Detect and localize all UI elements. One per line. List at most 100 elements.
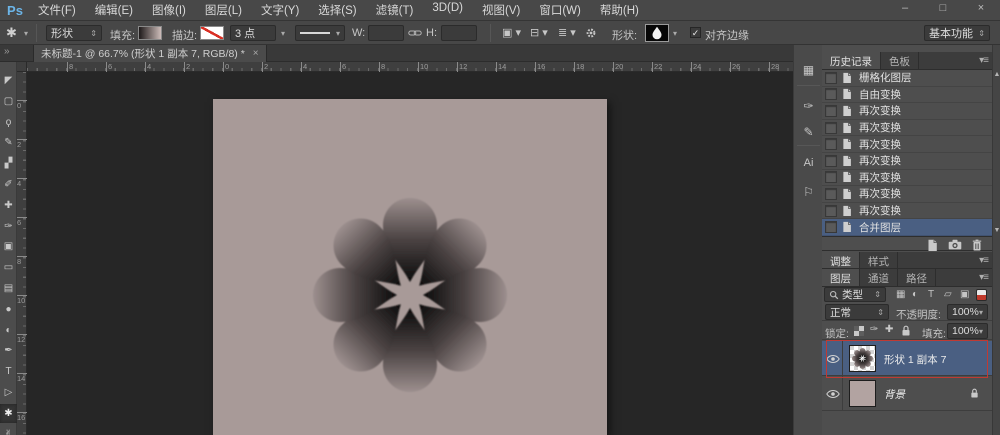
stroke-width-arrow-icon[interactable]: ▾ bbox=[281, 29, 285, 38]
opacity-dropdown[interactable]: 100%▾ bbox=[947, 304, 988, 320]
new-document-from-state-icon[interactable] bbox=[927, 239, 938, 252]
character-panel-icon[interactable]: Ai bbox=[794, 157, 823, 169]
history-entry-6[interactable]: 再次变换 bbox=[822, 170, 992, 187]
horizontal-ruler[interactable]: 86420246810121416182022242628 bbox=[27, 62, 793, 72]
move-tool[interactable]: ◤ bbox=[0, 71, 17, 90]
history-source-well[interactable] bbox=[825, 155, 837, 167]
tab-channels[interactable]: 通道 bbox=[860, 269, 898, 286]
history-source-well[interactable] bbox=[825, 188, 837, 200]
layer-filter-toggle[interactable] bbox=[976, 289, 987, 301]
menu-item-4[interactable]: 文字(Y) bbox=[261, 2, 299, 18]
history-source-well[interactable] bbox=[825, 88, 837, 100]
lock-transparency-icon[interactable] bbox=[854, 326, 864, 339]
visibility-column[interactable] bbox=[822, 341, 843, 376]
paragraph-panel-icon[interactable]: ⚐ bbox=[794, 185, 823, 199]
panel-menu-icon[interactable]: ▾≡ bbox=[979, 255, 988, 266]
brush-panel-icon[interactable]: ✑ bbox=[794, 99, 823, 113]
history-entry-9[interactable]: 合并图层 bbox=[822, 219, 992, 236]
workspace-dropdown[interactable]: 基本功能⇕ bbox=[924, 25, 990, 41]
brush-tool[interactable]: ✑ bbox=[0, 217, 17, 236]
custom-shape-tool-icon[interactable]: ✱ bbox=[6, 25, 17, 41]
history-entry-5[interactable]: 再次变换 bbox=[822, 153, 992, 170]
height-input[interactable] bbox=[441, 25, 477, 41]
tool-preset-arrow-icon[interactable]: ▾ bbox=[24, 29, 28, 38]
tab-paths[interactable]: 路径 bbox=[898, 269, 936, 286]
stroke-width-field[interactable]: 3 点 bbox=[230, 25, 276, 41]
panel-menu-icon[interactable]: ▾≡ bbox=[979, 272, 988, 283]
scroll-up-icon[interactable]: ▲ bbox=[993, 71, 1000, 78]
scroll-down-icon[interactable]: ▼ bbox=[993, 227, 1000, 234]
type-filter-icon[interactable]: T bbox=[928, 289, 934, 300]
tab-history[interactable]: 历史记录 bbox=[822, 52, 881, 69]
menu-item-0[interactable]: 文件(F) bbox=[38, 2, 76, 18]
eye-icon[interactable] bbox=[826, 354, 840, 364]
menu-item-8[interactable]: 视图(V) bbox=[482, 2, 520, 18]
history-entry-7[interactable]: 再次变换 bbox=[822, 186, 992, 203]
eye-icon[interactable] bbox=[826, 389, 840, 399]
history-source-well[interactable] bbox=[825, 171, 837, 183]
history-source-well[interactable] bbox=[825, 138, 837, 150]
layer-thumbnail[interactable] bbox=[849, 345, 876, 372]
path-arrange-icon[interactable]: ≣ ▾ bbox=[558, 26, 576, 39]
adjustment-filter-icon[interactable]: ◐ bbox=[912, 289, 918, 300]
dodge-tool[interactable]: ◐ bbox=[0, 321, 17, 340]
shape-picker-swatch[interactable] bbox=[645, 24, 669, 42]
history-source-well[interactable] bbox=[825, 221, 837, 233]
history-entry-2[interactable]: 再次变换 bbox=[822, 103, 992, 120]
fill-dropdown[interactable]: 100%▾ bbox=[947, 323, 988, 339]
eyedropper-tool[interactable]: ✐ bbox=[0, 175, 17, 194]
menu-item-10[interactable]: 帮助(H) bbox=[600, 2, 639, 18]
new-snapshot-camera-icon[interactable] bbox=[948, 239, 962, 250]
tab-close-icon[interactable]: × bbox=[253, 48, 259, 59]
tab-adjustments[interactable]: 调整 bbox=[822, 252, 860, 268]
delete-state-trash-icon[interactable] bbox=[972, 239, 982, 251]
history-source-well[interactable] bbox=[825, 205, 837, 217]
history-entry-0[interactable]: 栅格化图层 bbox=[822, 70, 992, 87]
vertical-ruler[interactable]: 0246810121416 bbox=[17, 72, 27, 435]
layer-row-shape-copy[interactable]: 形状 1 副本 7 bbox=[822, 341, 992, 376]
shape-picker-arrow-icon[interactable]: ▾ bbox=[673, 29, 677, 38]
toolbar-collapse-icon[interactable]: » bbox=[4, 46, 10, 57]
path-selection-tool[interactable]: ▷ bbox=[0, 383, 17, 402]
dock-scrollbar[interactable]: ▲ ▼ bbox=[992, 45, 1000, 435]
tab-swatches[interactable]: 色板 bbox=[881, 52, 919, 69]
image-filter-icon[interactable]: ▦ bbox=[896, 289, 905, 300]
minimize-button[interactable]: – bbox=[894, 2, 916, 14]
stroke-swatch-none[interactable] bbox=[200, 26, 224, 40]
custom-shape-tool[interactable]: ✱ bbox=[0, 404, 17, 423]
align-edges-checkbox[interactable]: ✓ bbox=[690, 27, 701, 38]
marquee-tool[interactable]: ▢ bbox=[0, 92, 17, 111]
settings-gear-icon[interactable] bbox=[585, 27, 597, 39]
pen-tool[interactable]: ✒ bbox=[0, 341, 17, 360]
blend-mode-dropdown[interactable]: 正常⇕ bbox=[825, 304, 889, 320]
close-button[interactable]: × bbox=[970, 2, 992, 14]
width-input[interactable] bbox=[368, 25, 404, 41]
history-entry-8[interactable]: 再次变换 bbox=[822, 203, 992, 220]
path-operations-icon[interactable]: ▣ ▾ bbox=[502, 26, 521, 39]
gradient-tool[interactable]: ▤ bbox=[0, 279, 17, 298]
spot-healing-tool[interactable]: ✚ bbox=[0, 196, 17, 215]
layer-row-background[interactable]: 背景 bbox=[822, 376, 992, 411]
panel-menu-icon[interactable]: ▾≡ bbox=[979, 55, 988, 66]
history-entry-3[interactable]: 再次变换 bbox=[822, 120, 992, 137]
menu-item-7[interactable]: 3D(D) bbox=[432, 2, 463, 18]
hand-tool[interactable]: ✌ bbox=[0, 425, 17, 435]
lasso-tool[interactable]: ϙ bbox=[0, 113, 17, 132]
layer-thumbnail[interactable] bbox=[849, 380, 876, 407]
layer-name[interactable]: 背景 bbox=[884, 387, 905, 402]
history-source-well[interactable] bbox=[825, 122, 837, 134]
layer-name[interactable]: 形状 1 副本 7 bbox=[884, 352, 946, 367]
swatches-panel-icon[interactable]: ▦ bbox=[794, 63, 823, 77]
history-entry-1[interactable]: 自由变换 bbox=[822, 87, 992, 104]
history-source-well[interactable] bbox=[825, 72, 837, 84]
quick-selection-tool[interactable]: ✎ bbox=[0, 133, 17, 152]
path-alignment-icon[interactable]: ⊟ ▾ bbox=[530, 26, 548, 39]
visibility-column[interactable] bbox=[822, 376, 843, 411]
lock-position-icon[interactable]: ✚ bbox=[885, 324, 893, 335]
stroke-style-dropdown[interactable]: ▾ bbox=[295, 25, 345, 41]
link-dimensions-icon[interactable] bbox=[408, 29, 422, 37]
menu-item-3[interactable]: 图层(L) bbox=[205, 2, 242, 18]
type-tool[interactable]: T bbox=[0, 362, 17, 381]
document-canvas[interactable] bbox=[213, 99, 607, 435]
document-tab[interactable]: 未标题-1 @ 66.7% (形状 1 副本 7, RGB/8) * × bbox=[33, 45, 267, 62]
